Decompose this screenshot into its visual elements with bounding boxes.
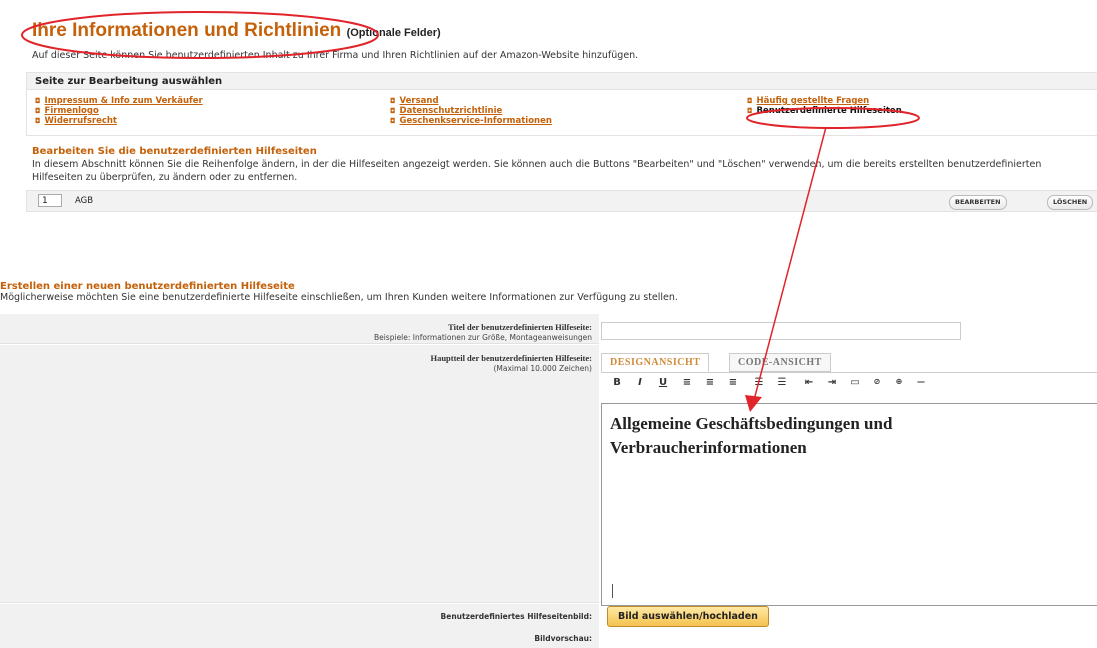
selector-column-1: ◘ Impressum & Info zum Verkäufer ◘ Firmenl… — [35, 96, 203, 126]
link-datenschutz[interactable]: Datenschutzrichtlinie — [400, 106, 503, 116]
align-left-icon[interactable]: ≡ — [679, 377, 695, 388]
editor-toolbar: B I U ≡ ≡ ≡ ☰ ☰ ⇤ ⇥ ▭ ⊘ ⊕ — — [601, 372, 1097, 395]
create-section-heading: Erstellen einer neuen benutzerdefinierte… — [0, 281, 295, 292]
link-widerrufsrecht[interactable]: Widerrufsrecht — [45, 116, 117, 126]
table-icon[interactable]: ▭ — [847, 377, 863, 388]
image-preview-label: Bildvorschau: — [534, 634, 592, 643]
help-page-title-input[interactable] — [601, 322, 961, 340]
edit-section-text: In diesem Abschnitt können Sie die Reihe… — [32, 159, 1042, 183]
link-geschenkservice[interactable]: Geschenkservice-Informationen — [400, 116, 552, 126]
tab-code-view[interactable]: CODE-ANSICHT — [729, 353, 831, 372]
help-page-name: AGB — [75, 196, 94, 206]
editor-line-1: Allgemeine Geschäftsbedingungen und — [610, 414, 893, 433]
link-faq[interactable]: Häufig gestellte Fragen — [757, 96, 870, 106]
unlink-icon[interactable]: ⊘ — [869, 377, 885, 386]
outdent-icon[interactable]: ⇤ — [801, 377, 817, 388]
editor-line-2: Verbraucherinformationen — [610, 438, 807, 457]
link-impressum[interactable]: Impressum & Info zum Verkäufer — [45, 96, 203, 106]
title-example: Beispiele: Informationen zur Größe, Mont… — [373, 333, 592, 342]
image-label: Benutzerdefiniertes Hilfeseitenbild: — [440, 612, 592, 621]
link-firmenlogo[interactable]: Firmenlogo — [45, 106, 99, 116]
edit-button[interactable]: BEARBEITEN — [949, 195, 1007, 210]
intro-text: Auf dieser Seite können Sie benutzerdefi… — [32, 50, 639, 61]
image-label-cell: Benutzerdefiniertes Hilfeseitenbild: Bil… — [0, 604, 599, 648]
page-selector-heading: Seite zur Bearbeitung auswählen — [27, 73, 1097, 90]
horizontal-rule-icon[interactable]: — — [913, 377, 929, 386]
body-editor[interactable]: Allgemeine Geschäftsbedingungen und Verb… — [601, 403, 1097, 606]
current-page-label: Benutzerdefinierte Hilfeseiten — [756, 106, 902, 116]
delete-button[interactable]: LÖSCHEN — [1047, 195, 1094, 210]
page-selector: Seite zur Bearbeitung auswählen ◘ Impress… — [26, 72, 1097, 136]
text-caret — [612, 584, 613, 598]
indent-icon[interactable]: ⇥ — [824, 377, 840, 388]
ordered-list-icon[interactable]: ☰ — [751, 377, 767, 388]
underline-icon[interactable]: U — [655, 377, 671, 388]
align-right-icon[interactable]: ≡ — [725, 377, 741, 388]
align-center-icon[interactable]: ≡ — [702, 377, 718, 388]
unordered-list-icon[interactable]: ☰ — [774, 377, 790, 388]
create-form: Titel der benutzerdefinierten Hilfeseite… — [0, 314, 1097, 648]
link-icon[interactable]: ⊕ — [891, 377, 907, 386]
help-page-row: 1 AGB BEARBEITEN LÖSCHEN — [26, 190, 1097, 212]
italic-icon[interactable]: I — [632, 377, 648, 388]
body-max-note: (Maximal 10.000 Zeichen) — [493, 364, 592, 373]
selector-column-3: ◘ Häufig gestellte Fragen ◘ Benutzerdefini… — [747, 96, 902, 116]
edit-section-heading: Bearbeiten Sie die benutzerdefinierten H… — [32, 146, 317, 157]
order-input[interactable]: 1 — [38, 194, 62, 207]
body-label-cell: Hauptteil der benutzerdefinierten Hilfes… — [0, 345, 599, 603]
title-label: Titel der benutzerdefinierten Hilfeseite… — [448, 322, 592, 332]
tab-design-view[interactable]: DESIGNANSICHT — [601, 353, 710, 372]
selector-column-2: ◘ Versand ◘ Datenschutzrichtlinie ◘ Geschen… — [390, 96, 552, 126]
bold-icon[interactable]: B — [609, 377, 625, 388]
upload-image-button[interactable]: Bild auswählen/hochladen — [607, 606, 769, 627]
page-title: Ihre Informationen und Richtlinien (Opti… — [32, 20, 441, 42]
optional-fields-note: (Optionale Felder) — [346, 27, 441, 39]
title-label-cell: Titel der benutzerdefinierten Hilfeseite… — [0, 314, 599, 344]
editor-content: Allgemeine Geschäftsbedingungen und Verb… — [610, 412, 892, 460]
create-section-text: Möglicherweise möchten Sie eine benutzer… — [0, 292, 678, 303]
link-versand[interactable]: Versand — [400, 96, 439, 106]
body-label: Hauptteil der benutzerdefinierten Hilfes… — [430, 353, 592, 363]
page-title-text: Ihre Informationen und Richtlinien — [32, 20, 342, 41]
